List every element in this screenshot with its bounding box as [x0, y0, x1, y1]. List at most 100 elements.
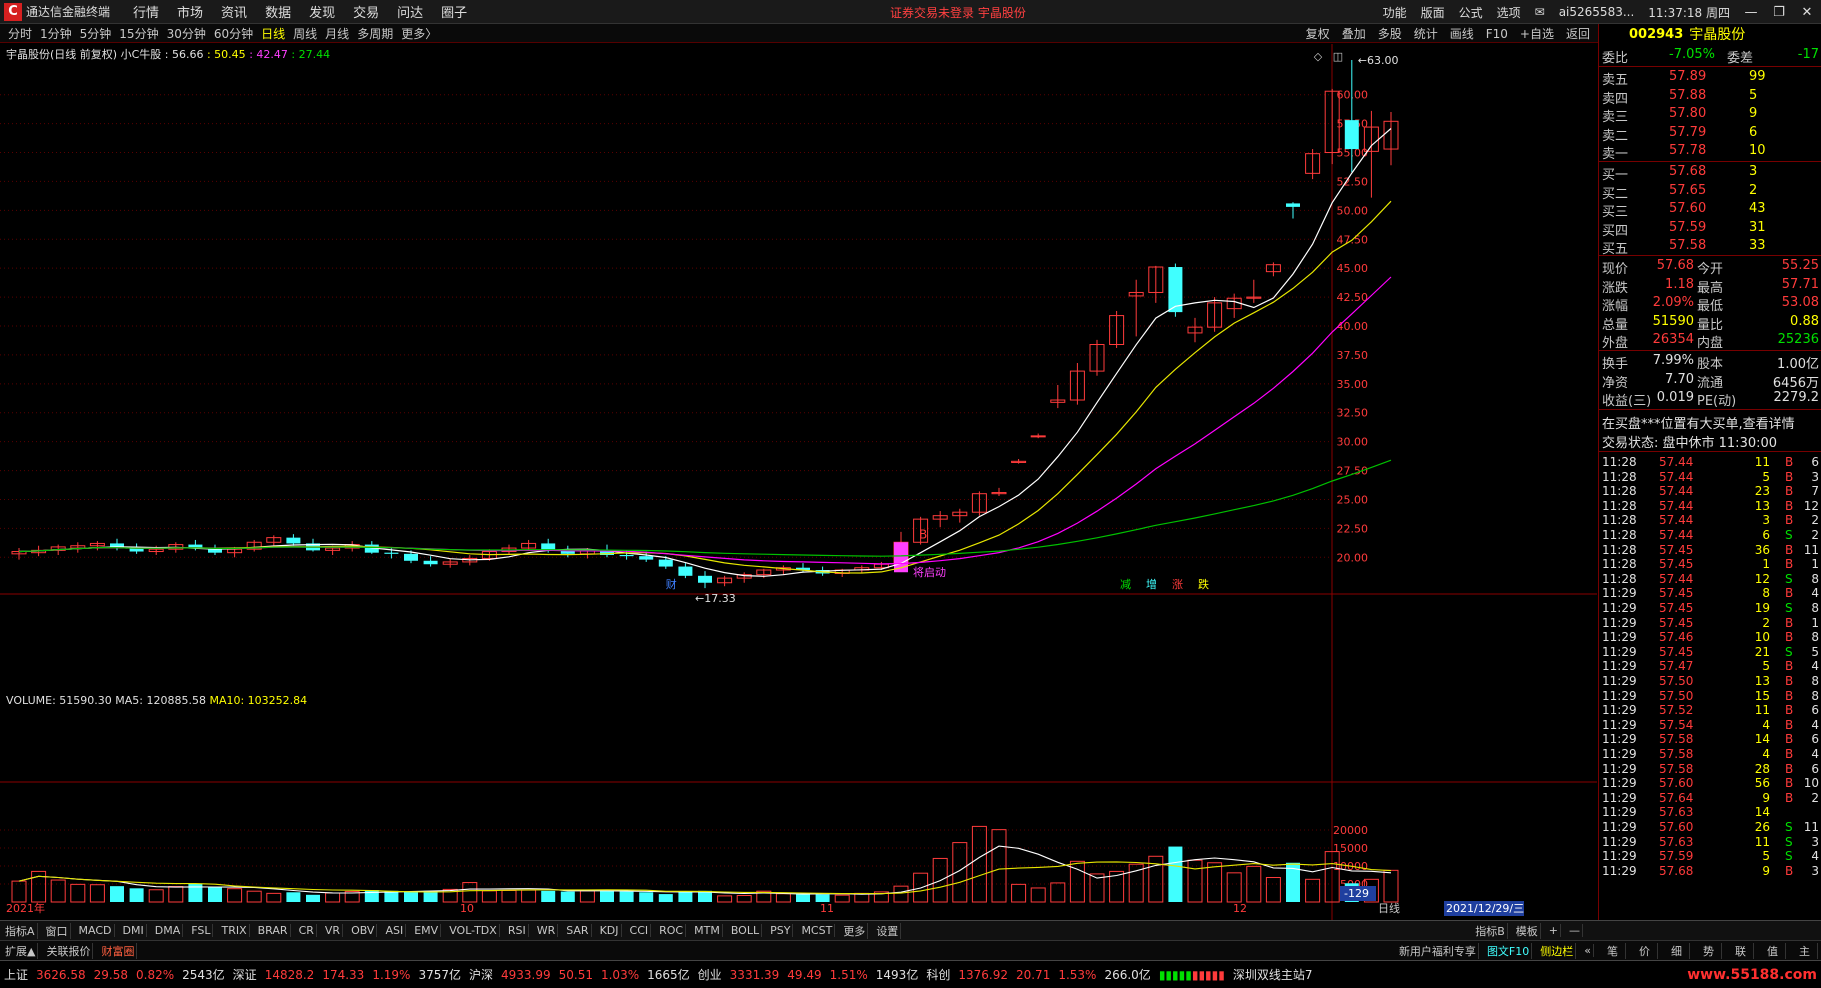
sell-row[interactable]: 卖一 57.78 10	[1599, 142, 1821, 162]
menu-discover[interactable]: 发现	[309, 2, 335, 21]
info-alert[interactable]: 在买盘***位置有大买单,查看详情	[1599, 412, 1821, 432]
index-n[interactable]: 科创	[926, 966, 950, 983]
indicator-tab[interactable]: BOLL	[729, 924, 763, 937]
period-tab[interactable]: 分时	[8, 25, 32, 42]
period-tab[interactable]: 月线	[325, 25, 349, 42]
tool-button[interactable]: 复权	[1306, 25, 1330, 42]
tool-button[interactable]: 画线	[1450, 25, 1474, 42]
index-n[interactable]: 上证	[4, 966, 28, 983]
menu-function[interactable]: 功能	[1383, 4, 1407, 21]
indicator-tab[interactable]: MCST	[799, 924, 836, 937]
tool-button[interactable]: 多股	[1378, 25, 1402, 42]
indicator-tab[interactable]: MTM	[692, 924, 723, 937]
indicator-tab[interactable]: SAR	[564, 924, 592, 937]
buy-row[interactable]: 买三 57.60 43	[1599, 200, 1821, 220]
panel-tab[interactable]: 值	[1760, 942, 1786, 959]
period-tab-more[interactable]: 更多〉	[401, 25, 437, 42]
indicator-b-tab[interactable]: —	[1567, 924, 1583, 937]
indicator-tab[interactable]: BRAR	[256, 924, 291, 937]
indicator-b-tab[interactable]: +	[1547, 924, 1561, 937]
indicator-tab[interactable]: DMA	[153, 924, 184, 937]
indicator-tab[interactable]: 指标A	[3, 922, 38, 939]
menu-ask[interactable]: 问达	[397, 2, 423, 21]
buy-row[interactable]: 买五 57.58 33	[1599, 237, 1821, 257]
indicator-tab[interactable]: ROC	[657, 924, 687, 937]
tool-button[interactable]: F10	[1486, 27, 1508, 41]
menu-formula[interactable]: 公式	[1459, 4, 1483, 21]
alert-text[interactable]: 在买盘***位置有大买单,查看详情	[1602, 413, 1795, 432]
indicator-tab[interactable]: CR	[297, 924, 317, 937]
menu-trade[interactable]: 交易	[353, 2, 379, 21]
indicator-tab[interactable]: TRIX	[219, 924, 250, 937]
indicator-tab[interactable]: RSI	[506, 924, 529, 937]
period-tab[interactable]: 15分钟	[119, 25, 158, 42]
indicator-tab[interactable]: OBV	[349, 924, 378, 937]
kline-chart[interactable]: 20.00 22.50 25.00 27.50 30.00 32.50 35.00 37.50…	[0, 44, 1597, 920]
period-tab-daily[interactable]: 日线	[261, 25, 285, 42]
indicator-b-tab[interactable]: 指标B	[1473, 922, 1508, 939]
login-notice[interactable]: 证券交易未登录 宇晶股份	[890, 4, 1026, 21]
menu-news[interactable]: 资讯	[221, 2, 247, 21]
index-n[interactable]: 深证	[233, 966, 257, 983]
index-n[interactable]: 沪深	[469, 966, 493, 983]
sell-row[interactable]: 卖五 57.89 99	[1599, 68, 1821, 88]
ext-tab[interactable]: 财富圈	[99, 942, 138, 959]
menu-market[interactable]: 市场	[177, 2, 203, 21]
menu-quotes[interactable]: 行情	[133, 2, 159, 21]
sell-row[interactable]: 卖四 57.88 5	[1599, 87, 1821, 107]
menu-layout[interactable]: 版面	[1421, 4, 1445, 21]
ext-link[interactable]: «	[1582, 944, 1594, 957]
sell-row[interactable]: 卖二 57.79 6	[1599, 124, 1821, 144]
ext-link[interactable]: 侧边栏	[1538, 942, 1577, 959]
indicator-tab[interactable]: DMI	[121, 924, 147, 937]
indicator-tab[interactable]: ASI	[383, 924, 407, 937]
panel-tab[interactable]: 价	[1632, 942, 1658, 959]
menu-options[interactable]: 选项	[1497, 4, 1521, 21]
chart-area[interactable]: 20.00 22.50 25.00 27.50 30.00 32.50 35.00 37.50…	[0, 44, 1597, 920]
index-n[interactable]: 创业	[698, 966, 722, 983]
ext-tab[interactable]: 关联报价	[44, 942, 94, 959]
indicator-tab[interactable]: MACD	[77, 924, 115, 937]
indicator-b-tab[interactable]: 模板	[1514, 922, 1541, 939]
menu-data[interactable]: 数据	[265, 2, 291, 21]
sell-row[interactable]: 卖三 57.80 9	[1599, 105, 1821, 125]
mail-icon[interactable]: ✉	[1535, 5, 1545, 19]
tool-button[interactable]: 叠加	[1342, 25, 1366, 42]
panel-tab[interactable]: 联	[1728, 942, 1754, 959]
ext-tab[interactable]: 扩展▲	[3, 942, 39, 959]
tool-button[interactable]: 统计	[1414, 25, 1438, 42]
buy-row[interactable]: 买一 57.68 3	[1599, 163, 1821, 183]
indicator-tab[interactable]: 设置	[874, 922, 902, 939]
buy-row[interactable]: 买二 57.65 2	[1599, 182, 1821, 202]
indicator-tab[interactable]: VOL-TDX	[447, 924, 500, 937]
buy-row[interactable]: 买四 57.59 31	[1599, 219, 1821, 239]
panel-tab[interactable]: 主	[1792, 942, 1818, 959]
indicator-tab[interactable]: FSL	[189, 924, 214, 937]
ext-link[interactable]: 图文F10	[1485, 942, 1533, 959]
user-id[interactable]: ai5265583...	[1559, 5, 1635, 19]
indicator-tab[interactable]: KDJ	[598, 924, 622, 937]
server-name[interactable]: 深圳双线主站7	[1233, 966, 1313, 983]
tick-row[interactable]: 11:29 57.68 9 B 3	[1599, 863, 1821, 880]
indicator-tab[interactable]: 更多	[841, 922, 869, 939]
period-tab[interactable]: 周线	[293, 25, 317, 42]
tool-button[interactable]: 返回	[1566, 25, 1590, 42]
indicator-tab[interactable]: PSY	[768, 924, 794, 937]
indicator-tab[interactable]: CCI	[628, 924, 652, 937]
period-tab[interactable]: 5分钟	[80, 25, 112, 42]
period-tab[interactable]: 30分钟	[167, 25, 206, 42]
panel-tab[interactable]: 细	[1664, 942, 1690, 959]
period-tab[interactable]: 多周期	[357, 25, 393, 42]
period-tab[interactable]: 60分钟	[214, 25, 253, 42]
indicator-tab[interactable]: 窗口	[44, 922, 71, 939]
panel-tab[interactable]: 笔	[1600, 942, 1626, 959]
minimize-button[interactable]: —	[1737, 5, 1765, 20]
close-button[interactable]: ✕	[1793, 5, 1821, 20]
indicator-tab[interactable]: WR	[535, 924, 559, 937]
period-tab[interactable]: 1分钟	[40, 25, 72, 42]
indicator-tab[interactable]: EMV	[412, 924, 442, 937]
menu-circle[interactable]: 圈子	[441, 2, 467, 21]
indicator-tab[interactable]: VR	[323, 924, 344, 937]
ext-link[interactable]: 新用户福利专享	[1397, 942, 1479, 959]
panel-tab[interactable]: 势	[1696, 942, 1722, 959]
